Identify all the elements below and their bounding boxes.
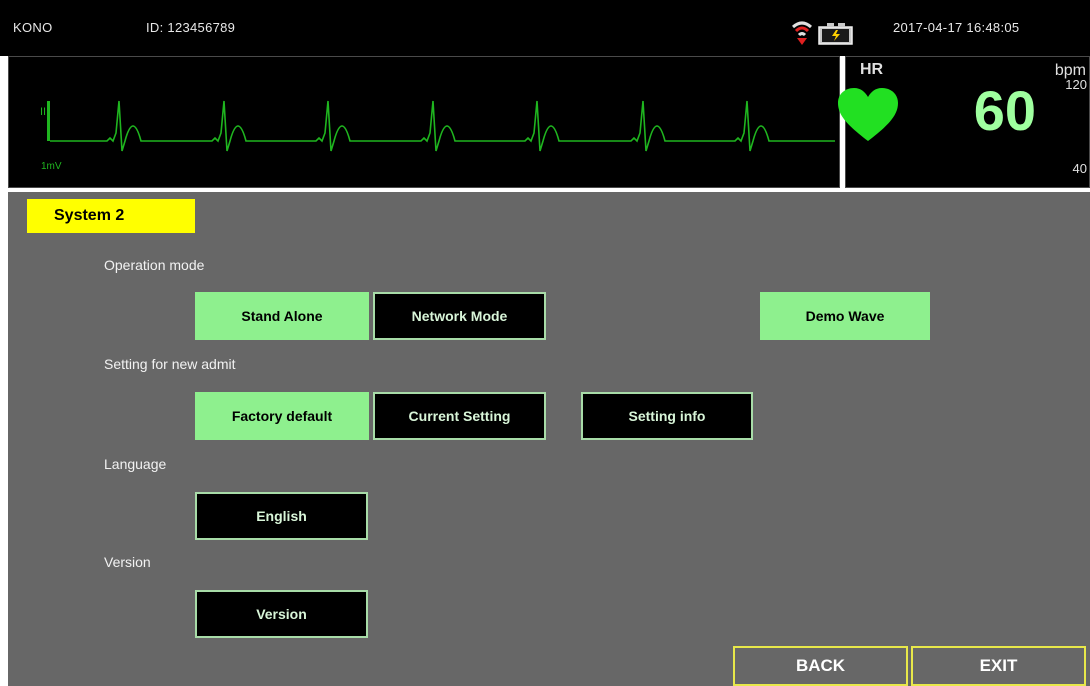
- ecg-wave-panel: II 1mV: [8, 56, 840, 188]
- stand-alone-button[interactable]: Stand Alone: [195, 292, 369, 340]
- hr-lower-limit: 40: [1072, 161, 1087, 176]
- patient-id: ID: 123456789: [146, 20, 236, 35]
- language-label: Language: [104, 456, 167, 472]
- heart-icon: [838, 88, 898, 141]
- ecg-waveform: [50, 100, 835, 152]
- status-bar: KONO ID: 123456789 2017-04-17 16:48:05: [0, 0, 1090, 56]
- hr-panel[interactable]: HR bpm 60 120 40: [838, 56, 1090, 188]
- current-setting-button[interactable]: Current Setting: [373, 392, 546, 440]
- settings-panel: System 2 Operation mode Stand Alone Netw…: [8, 192, 1090, 686]
- page-title: System 2: [27, 199, 195, 233]
- setting-info-button[interactable]: Setting info: [581, 392, 753, 440]
- version-button[interactable]: Version: [195, 590, 368, 638]
- back-button[interactable]: BACK: [733, 646, 908, 686]
- version-label: Version: [104, 554, 151, 570]
- datetime: 2017-04-17 16:48:05: [893, 20, 1020, 35]
- operation-mode-label: Operation mode: [104, 257, 205, 273]
- demo-wave-button[interactable]: Demo Wave: [760, 292, 930, 340]
- hr-upper-limit: 120: [1065, 77, 1087, 92]
- exit-button[interactable]: EXIT: [911, 646, 1086, 686]
- battery-icon: [818, 23, 853, 45]
- language-button[interactable]: English: [195, 492, 368, 540]
- hr-label: HR: [860, 61, 884, 78]
- new-admit-label: Setting for new admit: [104, 356, 236, 372]
- network-mode-button[interactable]: Network Mode: [373, 292, 546, 340]
- monitor-screen: KONO ID: 123456789 2017-04-17 16:48:05 I…: [0, 0, 1090, 686]
- hr-value: 60: [973, 79, 1036, 142]
- factory-default-button[interactable]: Factory default: [195, 392, 369, 440]
- wireless-icon: [792, 21, 812, 45]
- device-name: KONO: [13, 20, 53, 35]
